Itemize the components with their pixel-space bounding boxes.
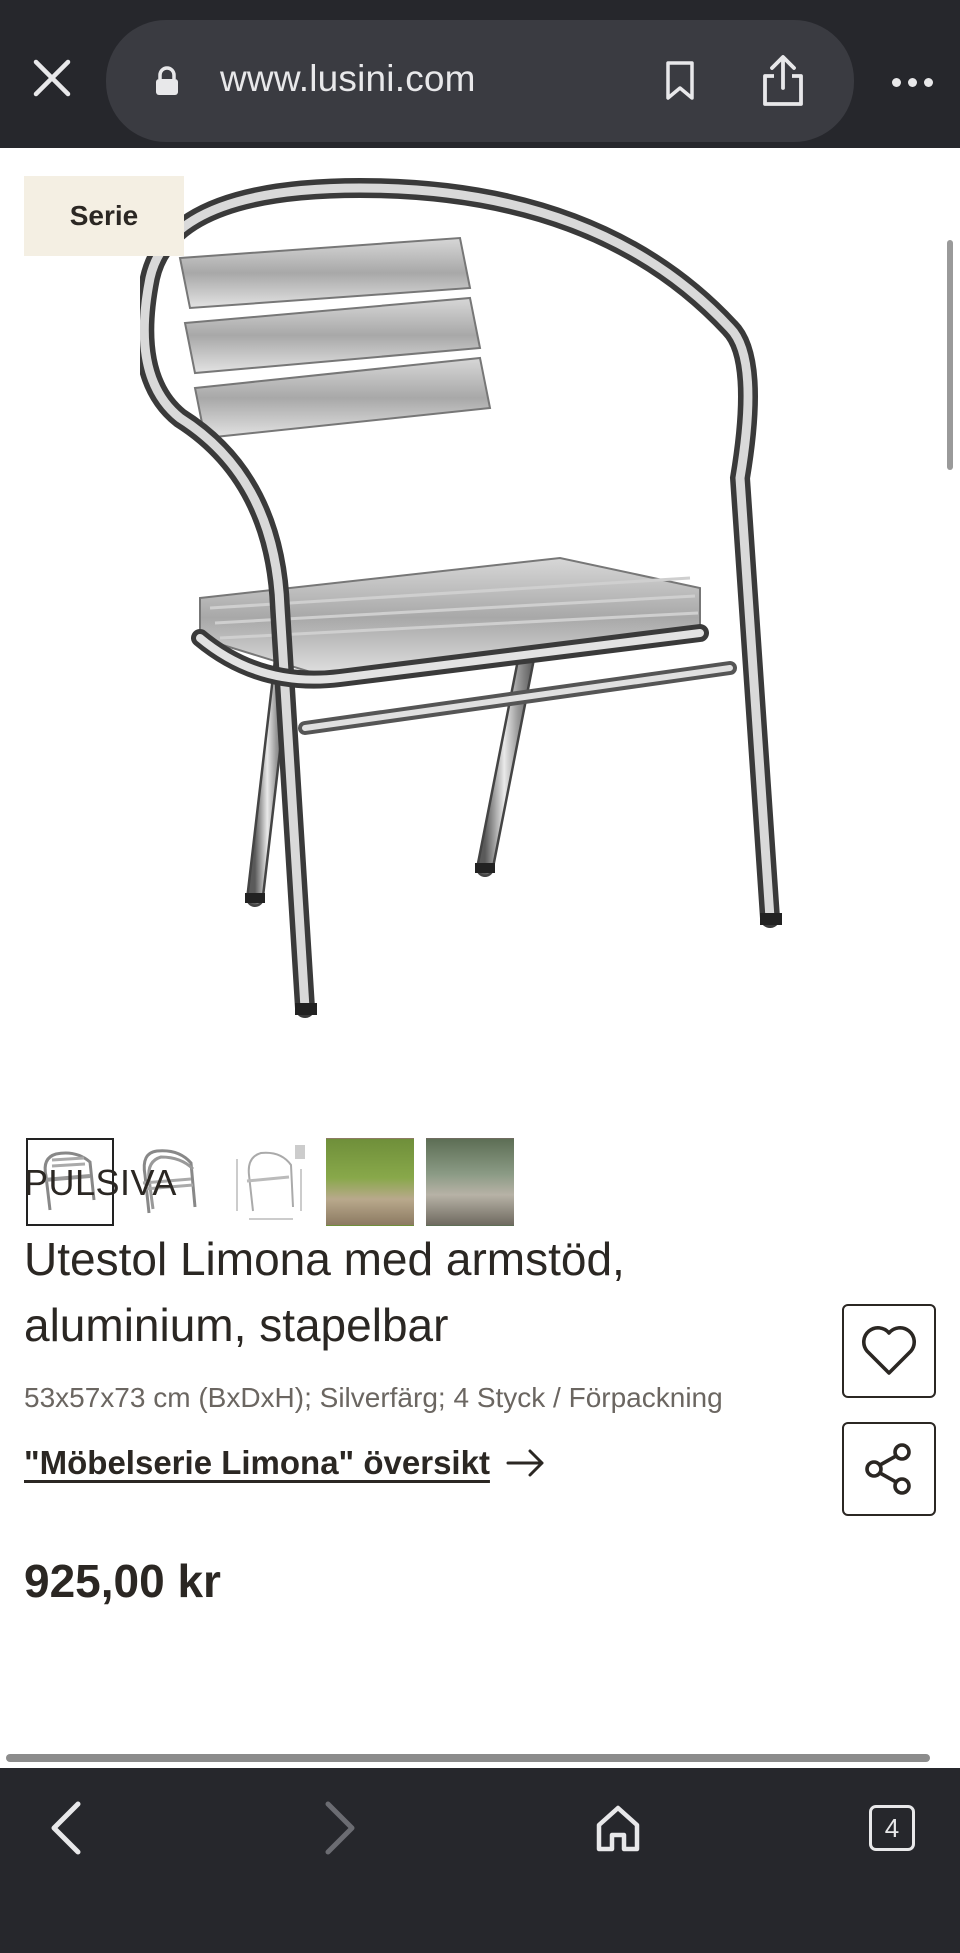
page-content: Serie PULSIVA Utestol Limona med armstöd… — [0, 148, 960, 1768]
vertical-scrollbar[interactable] — [947, 240, 953, 470]
horizontal-scrollbar[interactable] — [6, 1754, 930, 1762]
product-specs: 53x57x73 cm (BxDxH); Silverfärg; 4 Styck… — [24, 1382, 723, 1413]
back-button[interactable] — [26, 1788, 106, 1868]
forward-button[interactable] — [300, 1788, 380, 1868]
more-menu-button[interactable] — [884, 62, 940, 102]
series-badge: Serie — [24, 176, 184, 256]
url-text[interactable]: www.lusini.com — [220, 58, 476, 100]
close-icon — [33, 59, 71, 97]
product-image[interactable] — [140, 178, 820, 1228]
tabs-button[interactable]: 4 — [852, 1788, 932, 1868]
home-button[interactable] — [578, 1788, 658, 1868]
tabs-icon: 4 — [869, 1805, 915, 1851]
chevron-left-icon — [51, 1801, 81, 1855]
thumbnail-terrace-photo-2[interactable] — [426, 1138, 514, 1226]
thumbnail-terrace-photo-1[interactable] — [326, 1138, 414, 1226]
share-icon[interactable] — [760, 54, 806, 108]
more-icon-dot — [891, 77, 901, 87]
tabs-count-label: 4 — [884, 1812, 900, 1843]
brand-name[interactable]: PULSIVA — [24, 1162, 177, 1204]
bookmark-icon[interactable] — [664, 60, 696, 102]
product-title: Utestol Limona med armstöd, aluminium, s… — [24, 1226, 664, 1358]
more-icon-dot — [907, 77, 917, 87]
chevron-right-icon — [325, 1801, 355, 1855]
dimension-drawing-icon — [236, 1145, 305, 1220]
browser-bottom-nav: 4 — [0, 1768, 960, 1953]
thumbnail-chair-dimensions[interactable] — [226, 1138, 314, 1226]
series-overview-link-text[interactable]: "Möbelserie Limona" översikt — [24, 1444, 490, 1482]
arrow-right-icon — [506, 1449, 544, 1477]
address-bar[interactable]: www.lusini.com — [106, 20, 854, 142]
product-title-line2: aluminium, stapelbar — [24, 1299, 449, 1351]
series-overview-link[interactable]: "Möbelserie Limona" översikt — [24, 1444, 546, 1482]
heart-icon — [862, 1326, 916, 1375]
product-title-line1: Utestol Limona med armstöd, — [24, 1233, 625, 1285]
home-icon — [596, 1805, 640, 1852]
share-nodes-icon — [865, 1443, 911, 1495]
lock-icon — [156, 66, 178, 95]
add-to-favorites-button[interactable] — [842, 1304, 936, 1398]
more-icon-dot — [923, 77, 933, 87]
close-button[interactable] — [24, 50, 80, 106]
browser-toolbar: www.lusini.com — [0, 0, 960, 148]
product-price: 925,00 kr — [24, 1555, 221, 1607]
share-product-button[interactable] — [842, 1422, 936, 1516]
